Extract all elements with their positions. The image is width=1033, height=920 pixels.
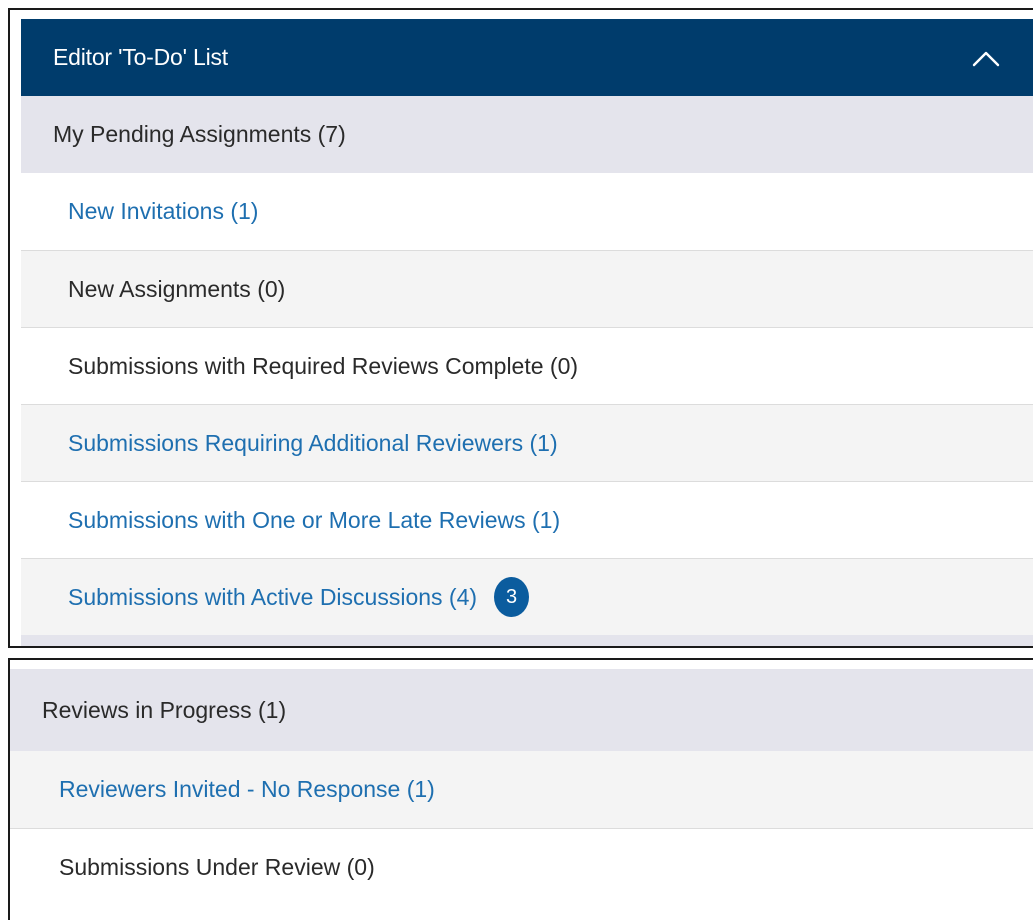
list-item-label[interactable]: Submissions with One or More Late Review… [68, 507, 560, 534]
list-item-label: New Assignments (0) [68, 275, 286, 302]
pending-assignments-list: New Invitations (1) New Assignments (0) … [21, 173, 1033, 635]
list-item-requiring-additional-reviewers[interactable]: Submissions Requiring Additional Reviewe… [21, 404, 1033, 481]
editor-todo-title: Editor 'To-Do' List [53, 44, 228, 70]
list-item-late-reviews[interactable]: Submissions with One or More Late Review… [21, 481, 1033, 558]
section-title: My Pending Assignments (7) [53, 121, 346, 147]
reviews-in-progress-panel: Reviews in Progress (1) Reviewers Invite… [8, 658, 1033, 920]
count-badge: 3 [494, 577, 530, 617]
list-item-label[interactable]: Reviewers Invited - No Response (1) [59, 776, 435, 803]
list-item-new-invitations[interactable]: New Invitations (1) [21, 173, 1033, 250]
section-title: Reviews in Progress (1) [42, 696, 287, 723]
section-my-pending-assignments: My Pending Assignments (7) [21, 96, 1033, 173]
section-divider [21, 635, 1033, 646]
list-item-active-discussions[interactable]: Submissions with Active Discussions (4) … [21, 558, 1033, 635]
chevron-up-icon[interactable] [971, 48, 1001, 68]
list-item-label[interactable]: New Invitations (1) [68, 198, 258, 225]
list-item-submissions-under-review: Submissions Under Review (0) [10, 828, 1033, 905]
reviews-in-progress-list: Reviewers Invited - No Response (1) Subm… [10, 751, 1033, 905]
list-item-label[interactable]: Submissions with Active Discussions (4) [68, 584, 477, 611]
list-item-required-reviews-complete: Submissions with Required Reviews Comple… [21, 327, 1033, 404]
list-item-label: Submissions Under Review (0) [59, 853, 375, 880]
editor-todo-panel: Editor 'To-Do' List My Pending Assignmen… [8, 8, 1033, 648]
editor-todo-header[interactable]: Editor 'To-Do' List [21, 19, 1033, 96]
section-reviews-in-progress: Reviews in Progress (1) [10, 669, 1033, 751]
list-item-new-assignments: New Assignments (0) [21, 250, 1033, 327]
list-item-label: Submissions with Required Reviews Comple… [68, 352, 579, 379]
list-item-reviewers-invited-no-response[interactable]: Reviewers Invited - No Response (1) [10, 751, 1033, 828]
list-item-label[interactable]: Submissions Requiring Additional Reviewe… [68, 430, 558, 457]
